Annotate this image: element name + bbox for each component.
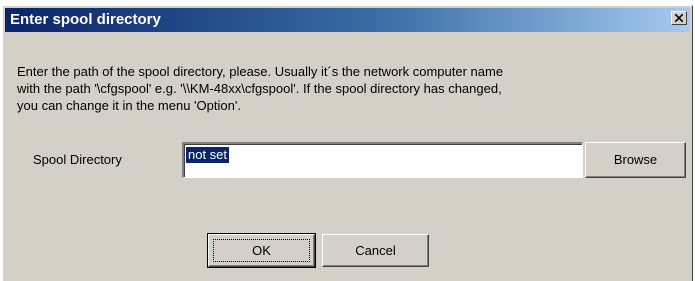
browse-button[interactable]: Browse xyxy=(585,142,686,178)
title-bar[interactable]: Enter spool directory xyxy=(5,8,690,32)
close-button[interactable] xyxy=(671,11,687,25)
ok-button[interactable]: OK xyxy=(207,233,316,268)
cancel-button[interactable]: Cancel xyxy=(322,234,429,267)
instruction-text: Enter the path of the spool directory, p… xyxy=(17,63,687,114)
spool-directory-value: not set xyxy=(186,147,230,163)
close-icon xyxy=(675,14,683,22)
instruction-line: you can change it in the menu 'Option'. xyxy=(17,98,241,113)
instruction-line: Enter the path of the spool directory, p… xyxy=(17,64,504,79)
spool-directory-label: Spool Directory xyxy=(33,152,122,167)
spool-directory-dialog: Enter spool directory Enter the path of … xyxy=(2,5,693,281)
focus-rectangle xyxy=(213,239,310,262)
dialog-title: Enter spool directory xyxy=(10,11,161,28)
spool-directory-input[interactable]: not set xyxy=(182,142,583,178)
instruction-line: with the path '\cfgspool' e.g. '\\KM-48x… xyxy=(17,81,502,96)
